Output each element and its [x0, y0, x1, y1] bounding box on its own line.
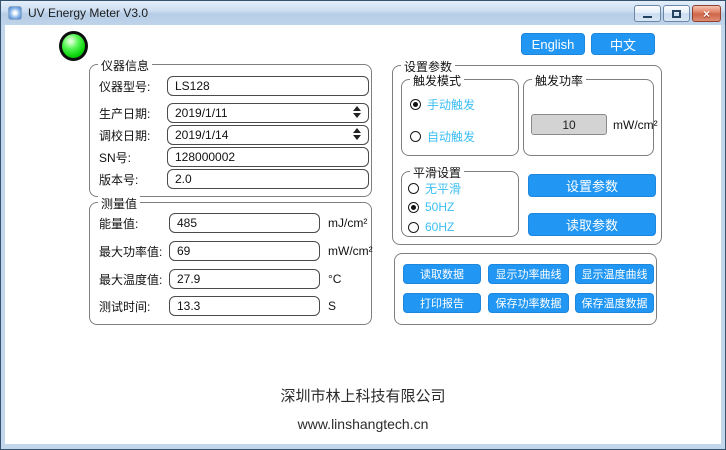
language-english-button[interactable]: English: [521, 33, 585, 55]
production-date-input[interactable]: [167, 103, 369, 123]
titlebar[interactable]: UV Energy Meter V3.0 ×: [1, 1, 725, 25]
spin-up-icon[interactable]: [353, 128, 361, 133]
version-label-row: 版本号:: [99, 169, 138, 189]
device-info-group: 仪器信息 仪器型号: 生产日期: 调校日期: SN号:: [89, 64, 372, 197]
print-report-button[interactable]: 打印报告: [403, 293, 481, 313]
trigger-power-unit: mW/cm²: [613, 118, 658, 132]
app-icon: [8, 6, 22, 20]
measurements-group: 测量值 能量值: mJ/cm² 最大功率值: mW/cm² 最大温度值: °C …: [89, 202, 372, 325]
radio-icon: [408, 183, 419, 194]
trigger-mode-title: 触发模式: [410, 72, 464, 89]
device-model-input[interactable]: [167, 76, 369, 96]
smoothing-title: 平滑设置: [410, 164, 464, 181]
max-temp-unit: °C: [328, 272, 341, 286]
settings-group: 设置参数 触发模式 手动触发 自动触发 触发功率 mW/cm²: [392, 65, 662, 245]
maximize-icon: [672, 10, 681, 18]
trigger-power-input[interactable]: [531, 114, 607, 135]
device-info-title: 仪器信息: [98, 57, 152, 74]
spin-down-icon[interactable]: [353, 135, 361, 140]
energy-unit: mJ/cm²: [328, 216, 367, 230]
radio-50hz[interactable]: 50HZ: [408, 200, 454, 214]
test-time-unit: S: [328, 299, 336, 313]
radio-icon: [410, 131, 421, 142]
calibration-date-label-row: 调校日期:: [99, 125, 150, 145]
sn-label: SN号:: [99, 149, 131, 166]
calibration-date-label: 调校日期:: [99, 127, 150, 144]
device-model-label: 仪器型号:: [99, 78, 150, 95]
connection-status-led: [59, 31, 88, 61]
website-url: www.linshangtech.cn: [5, 416, 721, 432]
company-name: 深圳市林上科技有限公司: [5, 385, 721, 406]
save-temp-data-button[interactable]: 保存温度数据: [575, 293, 654, 313]
spin-down-icon[interactable]: [353, 113, 361, 118]
no-smoothing-label: 无平滑: [425, 180, 461, 197]
minimize-icon: [643, 16, 652, 18]
show-temp-curve-button[interactable]: 显示温度曲线: [575, 264, 654, 284]
radio-60hz[interactable]: 60HZ: [408, 220, 454, 234]
trigger-power-group: 触发功率 mW/cm²: [523, 79, 654, 156]
calibration-date-input[interactable]: [167, 125, 369, 145]
energy-label-row: 能量值:: [99, 213, 138, 233]
close-icon: ×: [703, 7, 710, 21]
client-area: English 中文 仪器信息 仪器型号: 生产日期: 调校日期:: [5, 25, 721, 444]
window-title: UV Energy Meter V3.0: [28, 6, 148, 20]
spin-up-icon[interactable]: [353, 106, 361, 111]
save-power-data-button[interactable]: 保存功率数据: [488, 293, 569, 313]
test-time-label-row: 测试时间:: [99, 296, 150, 316]
radio-auto-trigger[interactable]: 自动触发: [410, 128, 475, 145]
manual-trigger-label: 手动触发: [427, 96, 475, 113]
calibration-date-spinner[interactable]: [353, 128, 361, 140]
sn-input[interactable]: [167, 147, 369, 167]
test-time-value-input[interactable]: [169, 296, 320, 316]
minimize-button[interactable]: [634, 5, 661, 22]
read-params-button[interactable]: 读取参数: [528, 213, 656, 236]
radio-manual-trigger[interactable]: 手动触发: [410, 96, 475, 113]
max-power-value-input[interactable]: [169, 241, 320, 261]
smoothing-60hz-label: 60HZ: [425, 220, 454, 234]
language-chinese-button[interactable]: 中文: [591, 33, 655, 55]
radio-icon: [408, 222, 419, 233]
window-controls: ×: [634, 5, 721, 22]
radio-icon: [410, 99, 421, 110]
test-time-label: 测试时间:: [99, 298, 150, 315]
set-params-button[interactable]: 设置参数: [528, 174, 656, 197]
show-power-curve-button[interactable]: 显示功率曲线: [488, 264, 569, 284]
device-model-label-row: 仪器型号:: [99, 76, 150, 96]
auto-trigger-label: 自动触发: [427, 128, 475, 145]
max-power-unit: mW/cm²: [328, 244, 373, 258]
production-date-label-row: 生产日期:: [99, 103, 150, 123]
app-window: UV Energy Meter V3.0 × English 中文 仪器信息 仪…: [0, 0, 726, 450]
trigger-power-title: 触发功率: [532, 72, 586, 89]
smoothing-group: 平滑设置 无平滑 50HZ 60HZ: [401, 171, 519, 237]
radio-no-smoothing[interactable]: 无平滑: [408, 180, 461, 197]
actions-group: 读取数据 显示功率曲线 显示温度曲线 打印报告 保存功率数据 保存温度数据: [394, 253, 657, 325]
max-temp-label: 最大温度值:: [99, 271, 162, 288]
energy-label: 能量值:: [99, 215, 138, 232]
radio-icon: [408, 202, 419, 213]
production-date-label: 生产日期:: [99, 105, 150, 122]
measurements-title: 测量值: [98, 195, 140, 212]
trigger-mode-group: 触发模式 手动触发 自动触发: [401, 79, 519, 156]
version-input[interactable]: [167, 169, 369, 189]
maximize-button[interactable]: [663, 5, 690, 22]
smoothing-50hz-label: 50HZ: [425, 200, 454, 214]
max-temp-label-row: 最大温度值:: [99, 269, 162, 289]
max-power-label-row: 最大功率值:: [99, 241, 162, 261]
production-date-spinner[interactable]: [353, 106, 361, 118]
sn-label-row: SN号:: [99, 147, 131, 167]
close-button[interactable]: ×: [692, 5, 721, 22]
read-data-button[interactable]: 读取数据: [403, 264, 481, 284]
energy-value-input[interactable]: [169, 213, 320, 233]
max-power-label: 最大功率值:: [99, 243, 162, 260]
max-temp-value-input[interactable]: [169, 269, 320, 289]
version-label: 版本号:: [99, 171, 138, 188]
